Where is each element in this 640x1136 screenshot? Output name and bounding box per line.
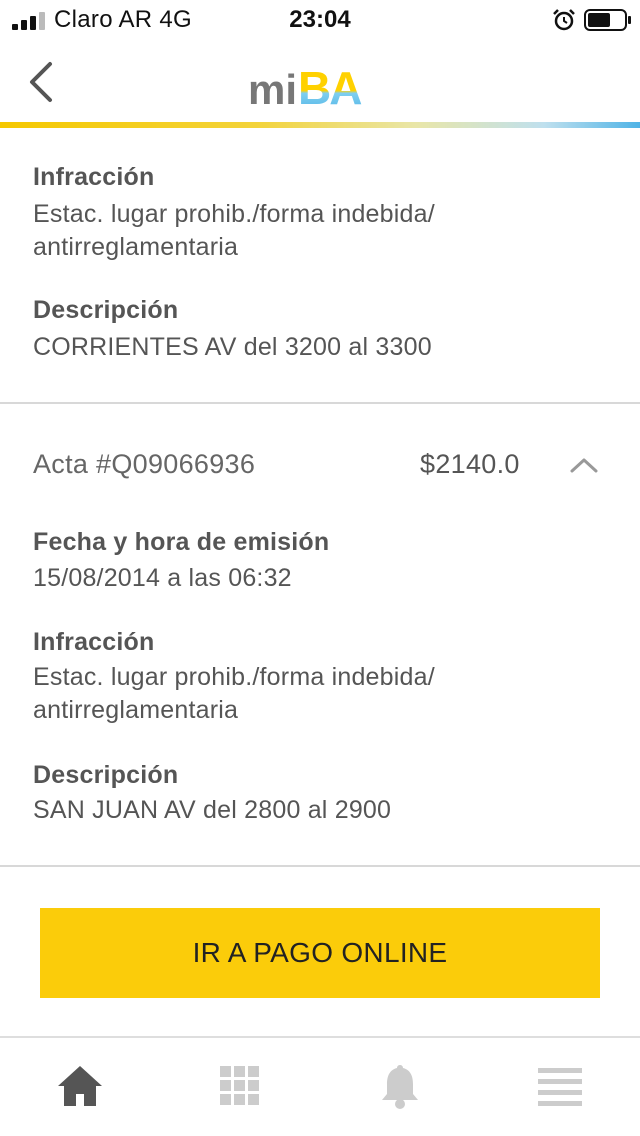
descripcion-label-2: Descripción bbox=[33, 761, 179, 789]
infraccion-line-1a: Estac. lugar prohib./forma indebida/ bbox=[33, 200, 435, 228]
acta-amount: $2140.0 bbox=[420, 449, 520, 479]
chevron-up-icon[interactable] bbox=[567, 452, 601, 478]
grid-icon[interactable] bbox=[216, 1062, 264, 1110]
fecha-value: 15/08/2014 a las 06:32 bbox=[33, 564, 292, 592]
acta-number[interactable]: Acta #Q09066936 bbox=[33, 449, 255, 480]
miba-logo: mi BA bbox=[248, 62, 363, 110]
infraccion-label-2: Infracción bbox=[33, 628, 155, 656]
infraccion-line-2a: Estac. lugar prohib./forma indebida/ bbox=[33, 663, 435, 691]
back-chevron-icon[interactable] bbox=[24, 60, 58, 104]
svg-text:mi: mi bbox=[248, 66, 297, 110]
infraccion-line-2b: antirreglamentaria bbox=[33, 696, 239, 724]
tab-bar bbox=[0, 1036, 640, 1136]
header-accent-line bbox=[0, 122, 640, 128]
menu-icon[interactable] bbox=[536, 1062, 584, 1110]
infraccion-value-2: Estac. lugar prohib./forma indebida/ ant… bbox=[33, 661, 593, 727]
home-icon[interactable] bbox=[56, 1062, 104, 1110]
infraccion-value-1: Estac. lugar prohib./forma indebida/ ant… bbox=[33, 198, 593, 264]
descripcion-value-1: CORRIENTES AV del 3200 al 3300 bbox=[33, 333, 432, 361]
alarm-icon bbox=[553, 9, 575, 31]
status-bar: Claro AR 4G 23:04 bbox=[0, 0, 640, 40]
app-header: mi BA bbox=[0, 40, 640, 124]
svg-text:BA: BA bbox=[298, 62, 361, 110]
divider bbox=[0, 865, 640, 867]
bell-icon[interactable] bbox=[376, 1062, 424, 1110]
descripcion-label-1: Descripción bbox=[33, 296, 179, 324]
infraccion-label-1: Infracción bbox=[33, 163, 155, 191]
descripcion-value-2: SAN JUAN AV del 2800 al 2900 bbox=[33, 796, 392, 824]
fecha-label: Fecha y hora de emisión bbox=[33, 528, 330, 556]
divider bbox=[0, 402, 640, 404]
battery-icon bbox=[584, 9, 631, 31]
infraccion-line-1b: antirreglamentaria bbox=[33, 233, 239, 261]
status-time: 23:04 bbox=[289, 6, 351, 33]
pay-online-button[interactable]: IR A PAGO ONLINE bbox=[40, 908, 600, 998]
